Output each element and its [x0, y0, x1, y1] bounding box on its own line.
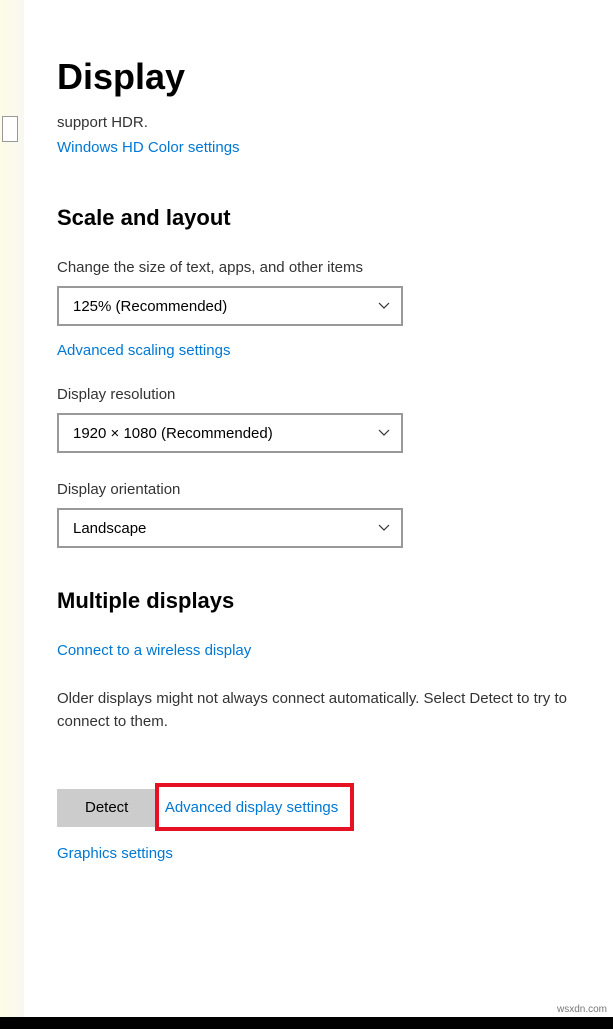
- detect-button[interactable]: Detect: [57, 789, 156, 827]
- orientation-value: Landscape: [73, 520, 146, 537]
- highlight-annotation: Advanced display settings: [155, 783, 354, 831]
- chevron-down-icon: [377, 299, 391, 313]
- text-size-label: Change the size of text, apps, and other…: [57, 259, 613, 276]
- text-size-value: 125% (Recommended): [73, 298, 227, 315]
- bottom-bar: [0, 1017, 613, 1029]
- left-divider: [24, 0, 26, 1029]
- left-edge-bar: [0, 0, 24, 1029]
- page-title: Display: [57, 56, 613, 98]
- text-size-dropdown[interactable]: 125% (Recommended): [57, 286, 403, 326]
- hdr-support-text: support HDR.: [57, 112, 613, 133]
- scale-layout-heading: Scale and layout: [57, 205, 613, 231]
- watermark-text: wsxdn.com: [557, 1004, 607, 1015]
- advanced-display-link[interactable]: Advanced display settings: [165, 799, 338, 816]
- advanced-scaling-link[interactable]: Advanced scaling settings: [57, 342, 230, 359]
- orientation-dropdown[interactable]: Landscape: [57, 508, 403, 548]
- graphics-settings-link[interactable]: Graphics settings: [57, 845, 173, 862]
- resolution-value: 1920 × 1080 (Recommended): [73, 425, 273, 442]
- hd-color-settings-link[interactable]: Windows HD Color settings: [57, 139, 240, 156]
- chevron-down-icon: [377, 521, 391, 535]
- chevron-down-icon: [377, 426, 391, 440]
- multiple-displays-heading: Multiple displays: [57, 588, 613, 614]
- cutoff-control-fragment: [2, 116, 18, 142]
- connect-wireless-link[interactable]: Connect to a wireless display: [57, 642, 251, 659]
- resolution-dropdown[interactable]: 1920 × 1080 (Recommended): [57, 413, 403, 453]
- resolution-label: Display resolution: [57, 386, 613, 403]
- settings-content: Display support HDR. Windows HD Color se…: [57, 0, 613, 863]
- orientation-label: Display orientation: [57, 481, 613, 498]
- older-displays-text: Older displays might not always connect …: [57, 688, 613, 733]
